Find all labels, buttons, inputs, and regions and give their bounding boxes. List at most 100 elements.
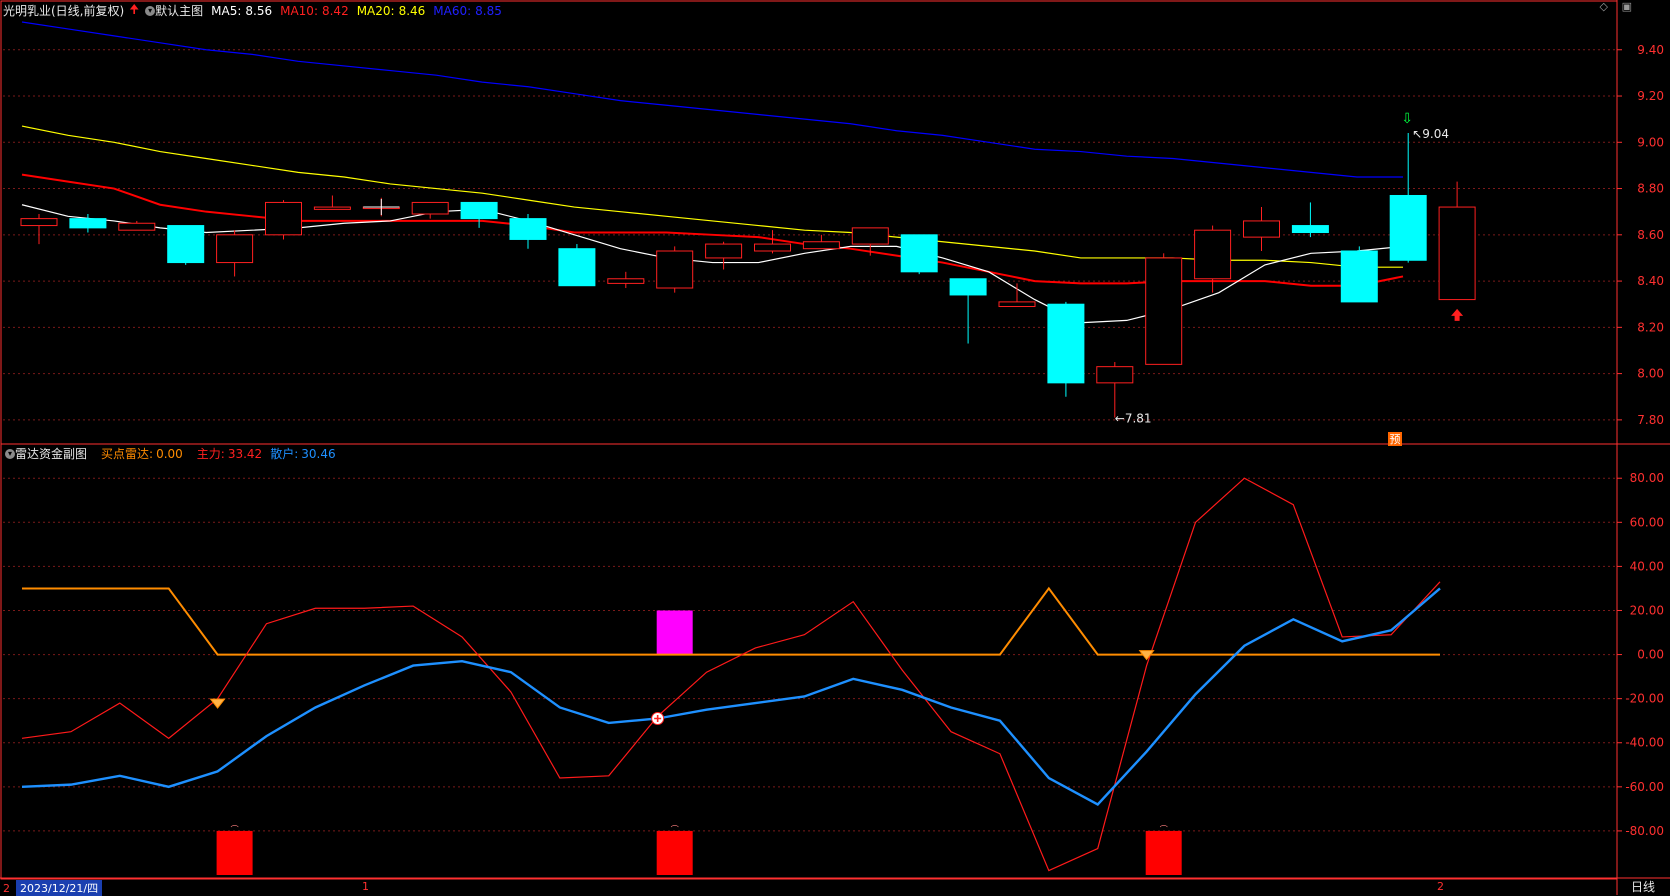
candle-body [1194,229,1232,280]
stock-title[interactable]: 光明乳业(日线,前复权) [3,2,124,19]
candle [705,241,743,270]
sub-chart-header: ▾ 雷达资金副图 买点雷达: 0.00 主力: 33.42 散户: 30.46 [3,445,336,462]
ma5-value: 8.56 [245,3,273,18]
red-bar-cap: ⌒ [1160,825,1168,834]
candle-body [900,234,938,273]
left-marker: 2 [3,881,10,895]
dropdown-icon[interactable]: ▾ [145,5,156,16]
retail-line [21,587,1441,806]
candle [265,200,302,240]
price-tick-label: 8.00 [1637,367,1664,381]
candle-body [1438,206,1476,301]
date-label: 2023/12/21/四 [16,880,103,896]
price-tick-label: 9.00 [1637,135,1664,149]
template-name[interactable]: 默认主图 [155,2,203,19]
period-label[interactable]: 日线 [1631,878,1655,895]
candle-body [69,218,107,229]
buy-radar-value: 0.00 [156,446,183,461]
low-label: ←7.81 [1115,412,1152,426]
sub-tick-label: -80.00 [1625,824,1664,838]
ma60-line [21,21,1403,178]
candle [802,234,840,250]
sub-tick-label: 0.00 [1637,648,1664,662]
candle [509,213,547,249]
tick-1: 1 [362,880,369,893]
candle [1438,181,1476,301]
candle-body [1047,303,1085,384]
candle [949,278,987,344]
main-chart-header: 光明乳业(日线,前复权) 🠉 ▾ 默认主图 MA5: 8.56 MA10: 8.… [3,0,502,21]
up-arrow-icon: 🠉 [129,2,140,16]
window-icon[interactable]: ▣ [1622,0,1632,13]
buy-radar-line [22,586,1440,656]
candle-body [851,227,889,245]
ma20-label: MA20: [356,3,395,18]
bottom-bar-left: 2 2023/12/21/四 [3,880,103,896]
main-force-label: 主力: [196,447,225,461]
price-tick-label: 8.20 [1637,320,1664,334]
candle-body [998,301,1036,308]
sub-tick-label: 40.00 [1630,559,1664,573]
price-tick-label: 7.80 [1637,413,1664,427]
red-signal-bar [1145,830,1182,875]
candle-body [802,241,840,250]
candle [558,244,596,287]
sell-arrow-icon: ⇩ [1401,111,1413,127]
candle-body [411,201,449,215]
candle [1340,246,1378,303]
candle [1291,202,1329,238]
forecast-badge: 预 [1388,432,1402,446]
candle-body [754,243,791,252]
candle [607,271,645,289]
red-bar-cap: ⌒ [671,825,679,834]
price-tick-label: 8.60 [1637,228,1664,242]
forecast-badge-label: 预 [1390,433,1401,446]
main-force-line [21,477,1441,872]
high-label: ↖9.04 [1412,127,1449,141]
ma10-value: 8.42 [321,3,349,18]
sub-chart-name[interactable]: 雷达资金副图 [15,445,87,462]
doji-cross [363,199,400,216]
candle [20,213,58,245]
candle [1145,253,1183,365]
ma60-value: 8.85 [475,3,502,18]
price-tick-label: 8.40 [1637,274,1664,288]
sub-tick-label: 60.00 [1630,515,1664,529]
candle-body [1291,225,1329,234]
candle-body [167,225,205,264]
main-force-value: 33.42 [227,446,263,461]
candle-body [1145,257,1183,365]
sub-tick-label: -60.00 [1625,780,1664,794]
candle-body [313,206,351,210]
candle [313,195,351,210]
candle-body [1243,220,1280,238]
ma5-label: MA5: [211,3,242,18]
sub-tick-label: 20.00 [1630,603,1664,617]
retail-label: 散户: [270,447,299,461]
candle-body [1340,250,1378,303]
candle-body [558,248,596,287]
retail-value: 30.46 [301,446,336,461]
sub-tick-label: -20.00 [1625,692,1664,706]
candle-body [949,278,987,296]
price-tick-label: 9.20 [1637,89,1664,103]
radar-marker-icon [209,698,226,709]
candle-body [509,218,547,240]
candle-body [118,222,156,231]
candle [1389,133,1427,263]
red-signal-bar [656,830,693,875]
diamond-icon[interactable]: ◇ [1600,0,1608,13]
candle [900,234,938,275]
candle [460,201,498,228]
candle [851,227,889,256]
candle-body [656,250,694,289]
candle-body [216,234,254,264]
sub-dropdown-icon[interactable]: ▾ [5,448,15,459]
ma60-label: MA60: [433,3,472,18]
ma10-label: MA10: [280,3,318,18]
price-tick-label: 9.40 [1637,43,1664,57]
candle-body [705,243,743,259]
tick-2: 2 [1437,880,1444,893]
sub-tick-label: -40.00 [1625,736,1664,750]
candle-body [265,201,302,236]
